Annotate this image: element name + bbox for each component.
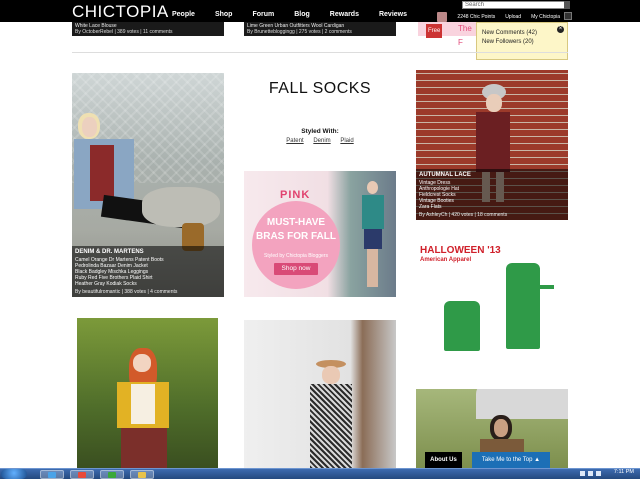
tray-icon[interactable] <box>580 471 585 476</box>
promo-pink-bras[interactable]: PINK MUST-HAVE BRAS FOR FALL Styled by C… <box>244 171 396 297</box>
nav-shop[interactable]: Shop <box>215 11 233 18</box>
rocks <box>142 187 220 227</box>
dress <box>476 112 510 172</box>
taskbar-media[interactable] <box>100 470 124 479</box>
upload-link[interactable]: Upload <box>505 14 521 20</box>
chictopia-logo[interactable]: CHICTOPIA <box>72 2 169 22</box>
look-card-denim[interactable]: DENIM & DR. MARTENS Camel Orange Dr Mart… <box>72 73 224 297</box>
chrome-icon <box>78 472 86 478</box>
style-links: Patent Denim Plaid <box>244 138 396 144</box>
face <box>82 117 97 137</box>
look-caption: DENIM & DR. MARTENS Camel Orange Dr Mart… <box>72 246 224 297</box>
look-card-houndstooth[interactable] <box>244 320 396 468</box>
umbrella <box>476 389 568 419</box>
model-head <box>367 181 378 194</box>
promo-model-figure <box>362 181 384 291</box>
tray-icon[interactable] <box>596 471 601 476</box>
promo-headline-2: BRAS FOR FALL <box>256 231 336 242</box>
rifle <box>530 285 554 289</box>
avatar[interactable] <box>437 12 448 22</box>
windows-taskbar: 7:11 PM <box>0 468 640 479</box>
skirt <box>121 428 167 468</box>
face <box>486 94 502 112</box>
top-navigation-bar: CHICTOPIA People Shop Forum Blog Rewards… <box>0 0 640 22</box>
divider <box>72 52 568 53</box>
model-torso <box>362 195 384 229</box>
new-comments-link[interactable]: New Comments (42) <box>482 30 562 36</box>
look-card-yellow-cardigan[interactable] <box>77 318 218 468</box>
page-title: FALL SOCKS <box>268 80 372 97</box>
media-icon <box>108 472 116 478</box>
style-link-patent[interactable]: Patent <box>286 138 303 144</box>
search-input[interactable]: Search <box>462 1 568 9</box>
shop-now-button[interactable]: Shop now <box>274 263 318 275</box>
taskbar-chrome[interactable] <box>70 470 94 479</box>
promo-headline-1: MUST-HAVE <box>266 217 326 228</box>
promo-halloween[interactable]: HALLOWEEN '13 American Apparel <box>416 241 568 368</box>
nav-blog[interactable]: Blog <box>294 11 310 18</box>
green-soldier <box>444 301 480 351</box>
prev-item-caption[interactable]: White Lace Blouse By OctoberRebel | 389 … <box>72 22 224 36</box>
promo-circle <box>252 201 340 289</box>
back-to-top-button[interactable]: Take Me to the Top ▲ <box>472 452 550 468</box>
about-us-button[interactable]: About Us <box>425 452 462 468</box>
halloween-subtitle: American Apparel <box>420 257 472 263</box>
prev-promo-peek[interactable]: Free The F <box>418 22 476 47</box>
taskbar-folder[interactable] <box>130 470 154 479</box>
green-soldier <box>506 263 540 349</box>
new-followers-link[interactable]: New Followers (20) <box>482 39 562 45</box>
style-link-denim[interactable]: Denim <box>313 138 330 144</box>
face <box>322 366 340 384</box>
chic-points[interactable]: 2248 Chic Points <box>457 14 495 20</box>
look-caption: AUTUMNAL LACE Vintage Dress Anthropologi… <box>416 169 568 220</box>
houndstooth-coat <box>310 384 352 468</box>
user-bar: 2248 Chic Points Upload My Chictopia <box>437 12 560 22</box>
nav-people[interactable]: People <box>172 11 195 18</box>
styled-with-label: Styled With: <box>301 128 339 135</box>
prev-item-caption[interactable]: Lime Green Urban Outfitters Wool Cardiga… <box>244 22 396 36</box>
promo-brand: PINK <box>280 189 311 201</box>
user-menu-icon[interactable] <box>564 12 572 20</box>
nav-rewards[interactable]: Rewards <box>330 11 359 18</box>
start-button[interactable] <box>1 469 27 479</box>
nav-reviews[interactable]: Reviews <box>379 11 407 18</box>
clock[interactable]: 7:11 PM <box>614 469 634 475</box>
model-legs <box>367 249 378 287</box>
halloween-title: HALLOWEEN '13 <box>420 245 501 256</box>
face <box>133 354 151 372</box>
lace-top <box>131 384 155 424</box>
look-card-autumnal-lace[interactable]: AUTUMNAL LACE Vintage Dress Anthropologi… <box>416 70 568 220</box>
model-skirt <box>364 229 382 249</box>
notification-popup: × New Comments (42) New Followers (20) <box>476 22 568 60</box>
folder-icon <box>138 472 146 478</box>
taskbar-ie[interactable] <box>40 470 64 479</box>
close-icon[interactable]: × <box>557 26 564 33</box>
face <box>494 419 508 437</box>
plaid-shirt <box>90 145 114 201</box>
tray-icon[interactable] <box>588 471 593 476</box>
main-nav: People Shop Forum Blog Rewards Reviews <box>172 11 427 18</box>
style-link-plaid[interactable]: Plaid <box>340 138 353 144</box>
search-icon[interactable] <box>564 1 570 9</box>
ie-icon <box>48 472 56 478</box>
nav-forum[interactable]: Forum <box>252 11 274 18</box>
my-chictopia-link[interactable]: My Chictopia <box>531 14 560 20</box>
promo-subtitle: Styled by Chictopia Bloggers <box>264 253 328 259</box>
